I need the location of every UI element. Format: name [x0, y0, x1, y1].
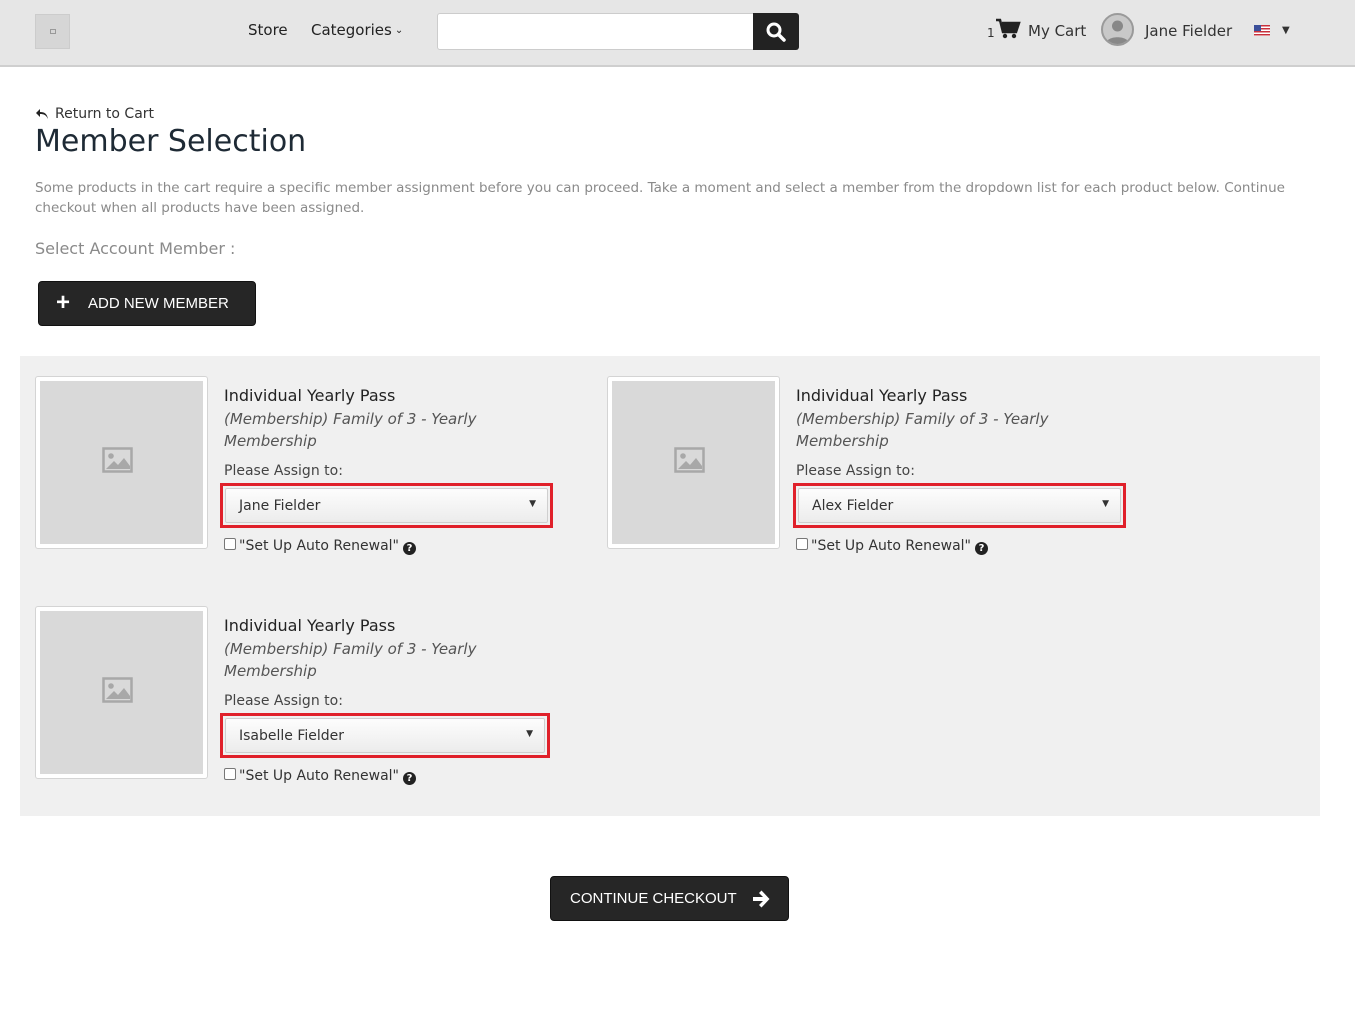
member-select-value: Jane Fielder	[239, 498, 321, 514]
image-placeholder-icon	[674, 447, 705, 473]
product-thumbnail	[35, 606, 208, 779]
user-avatar[interactable]	[1101, 13, 1134, 46]
auto-renewal-label: "Set Up Auto Renewal"	[239, 538, 399, 554]
search-button[interactable]	[753, 13, 799, 50]
my-cart-link[interactable]: My Cart	[1028, 22, 1086, 40]
return-to-cart-label: Return to Cart	[55, 106, 155, 122]
dropdown-arrow-icon: ▼	[529, 499, 536, 509]
shopping-cart-icon[interactable]	[995, 18, 1021, 44]
site-logo[interactable]	[35, 14, 70, 49]
auto-renewal-checkbox[interactable]	[224, 538, 236, 550]
nav-categories-dropdown[interactable]: Categories ⌄	[311, 21, 403, 39]
product-item: Individual Yearly Pass (Membership) Fami…	[607, 376, 1147, 576]
member-select[interactable]: Alex Fielder ▼	[798, 488, 1121, 523]
search-icon	[766, 22, 786, 42]
image-placeholder-icon	[102, 447, 133, 473]
auto-renewal-option[interactable]: "Set Up Auto Renewal"?	[224, 538, 416, 555]
auto-renewal-option[interactable]: "Set Up Auto Renewal"?	[796, 538, 988, 555]
nav-store-link[interactable]: Store	[248, 21, 288, 39]
dropdown-arrow-icon: ▼	[1102, 499, 1109, 509]
top-header: Store Categories ⌄ 1 My Cart Jane Fielder…	[0, 0, 1355, 67]
reply-arrow-icon	[36, 109, 48, 119]
dropdown-arrow-icon: ▼	[526, 729, 533, 739]
product-name: Individual Yearly Pass	[224, 616, 396, 635]
cart-count-badge: 1	[987, 26, 995, 40]
member-select-value: Isabelle Fielder	[239, 728, 345, 744]
assign-label: Please Assign to:	[224, 463, 343, 479]
arrow-right-icon	[753, 890, 770, 908]
nav-categories-label: Categories	[311, 21, 392, 39]
continue-checkout-label: CONTINUE CHECKOUT	[570, 890, 737, 907]
products-panel: Individual Yearly Pass (Membership) Fami…	[20, 356, 1320, 816]
member-select-value: Alex Fielder	[812, 498, 894, 514]
product-item: Individual Yearly Pass (Membership) Fami…	[35, 376, 575, 576]
product-description: (Membership) Family of 3 - Yearly Member…	[224, 640, 477, 680]
image-placeholder-icon	[102, 677, 133, 703]
assign-label: Please Assign to:	[224, 693, 343, 709]
product-thumbnail	[607, 376, 780, 549]
product-item: Individual Yearly Pass (Membership) Fami…	[35, 606, 575, 806]
us-flag-icon[interactable]	[1254, 25, 1270, 36]
user-name-link[interactable]: Jane Fielder	[1145, 22, 1232, 40]
product-thumbnail	[35, 376, 208, 549]
auto-renewal-checkbox[interactable]	[224, 768, 236, 780]
page-title: Member Selection	[35, 124, 307, 159]
product-description: (Membership) Family of 3 - Yearly Member…	[224, 410, 477, 450]
member-select[interactable]: Jane Fielder ▼	[225, 488, 548, 523]
return-to-cart-link[interactable]: Return to Cart	[35, 106, 154, 122]
add-new-member-label: ADD NEW MEMBER	[88, 295, 229, 312]
question-circle-icon[interactable]: ?	[402, 772, 416, 785]
auto-renewal-checkbox[interactable]	[796, 538, 808, 550]
search-input[interactable]	[437, 13, 755, 50]
product-description: (Membership) Family of 3 - Yearly Member…	[796, 410, 1049, 450]
select-account-member-label: Select Account Member :	[35, 239, 236, 258]
product-name: Individual Yearly Pass	[224, 386, 396, 405]
intro-text: Some products in the cart require a spec…	[35, 180, 1285, 216]
language-caret-icon[interactable]: ▼	[1282, 25, 1290, 36]
product-name: Individual Yearly Pass	[796, 386, 968, 405]
question-circle-icon[interactable]: ?	[974, 542, 988, 555]
continue-checkout-button[interactable]: CONTINUE CHECKOUT	[550, 876, 789, 921]
member-select-highlight: Jane Fielder ▼	[220, 483, 553, 528]
auto-renewal-option[interactable]: "Set Up Auto Renewal"?	[224, 768, 416, 785]
member-select-highlight: Alex Fielder ▼	[793, 483, 1126, 528]
member-select-highlight: Isabelle Fielder ▼	[220, 713, 550, 758]
logo-image-icon	[50, 29, 56, 34]
add-new-member-button[interactable]: + ADD NEW MEMBER	[38, 281, 256, 326]
question-circle-icon[interactable]: ?	[402, 542, 416, 555]
assign-label: Please Assign to:	[796, 463, 915, 479]
plus-icon: +	[56, 289, 71, 316]
auto-renewal-label: "Set Up Auto Renewal"	[811, 538, 971, 554]
member-select[interactable]: Isabelle Fielder ▼	[225, 718, 545, 753]
chevron-down-icon: ⌄	[394, 25, 404, 36]
auto-renewal-label: "Set Up Auto Renewal"	[239, 768, 399, 784]
